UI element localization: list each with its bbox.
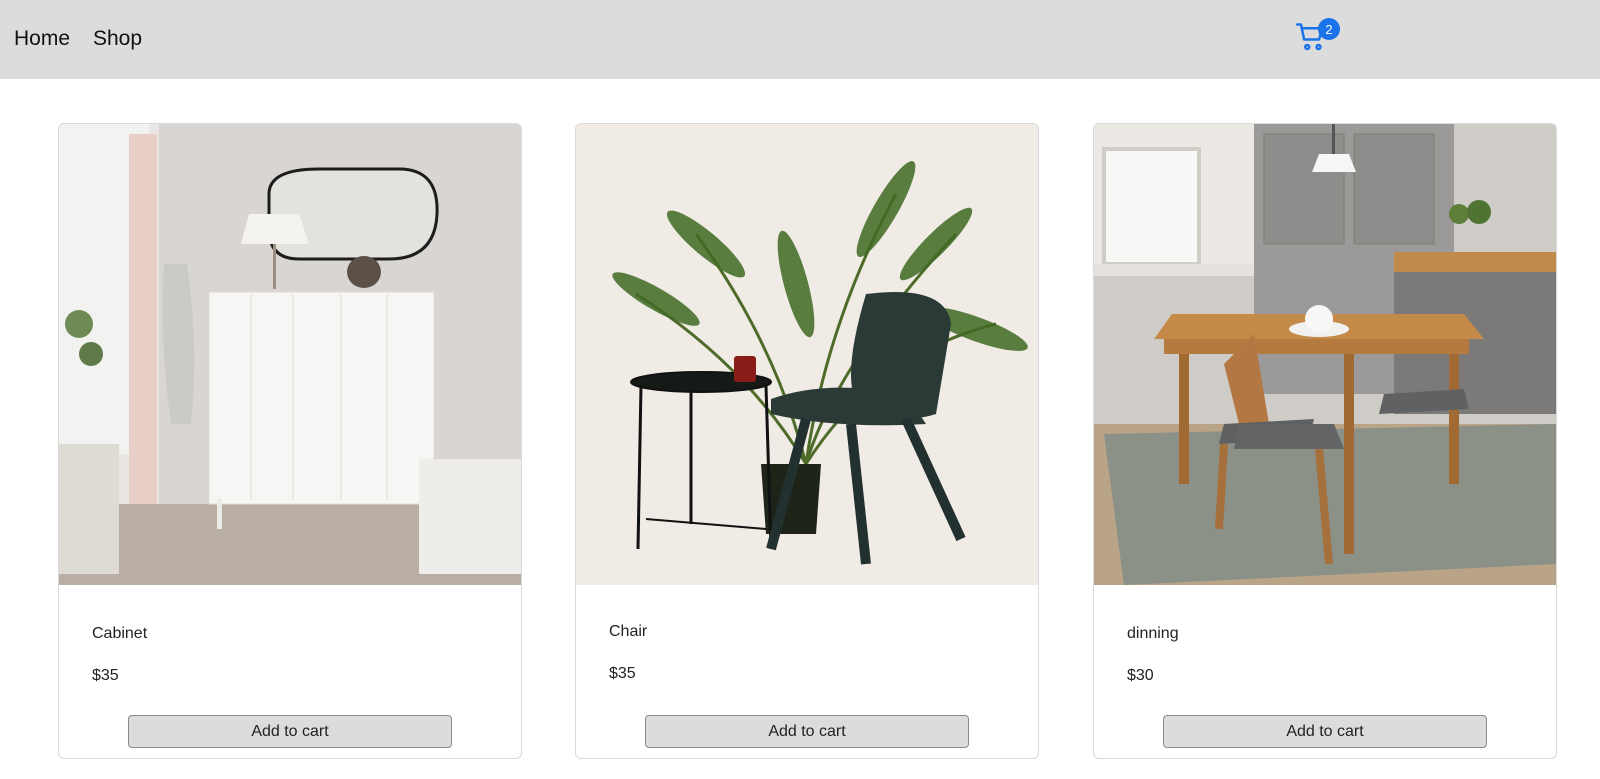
nav-home-link[interactable]: Home bbox=[14, 27, 70, 51]
product-card: Chair $35 Add to cart bbox=[575, 123, 1039, 759]
navbar: Home Shop 2 bbox=[0, 0, 1600, 79]
product-card: dinning $30 Add to cart bbox=[1093, 123, 1557, 759]
add-to-cart-button[interactable]: Add to cart bbox=[645, 715, 969, 748]
product-title: Cabinet bbox=[92, 625, 148, 642]
product-price: $35 bbox=[92, 667, 119, 684]
product-card: Cabinet $35 Add to cart bbox=[58, 123, 522, 759]
product-title: Chair bbox=[609, 623, 648, 640]
product-image-dinning bbox=[1094, 124, 1556, 585]
cart-button[interactable]: 2 bbox=[1296, 18, 1340, 54]
product-image-chair bbox=[576, 124, 1038, 585]
add-to-cart-button[interactable]: Add to cart bbox=[128, 715, 452, 748]
add-to-cart-button[interactable]: Add to cart bbox=[1163, 715, 1487, 748]
product-image-cabinet bbox=[59, 124, 521, 585]
product-price: $35 bbox=[609, 665, 636, 682]
nav-shop-link[interactable]: Shop bbox=[93, 27, 142, 51]
product-price: $30 bbox=[1127, 667, 1154, 684]
cart-count-badge: 2 bbox=[1318, 18, 1340, 40]
product-title: dinning bbox=[1127, 625, 1179, 642]
